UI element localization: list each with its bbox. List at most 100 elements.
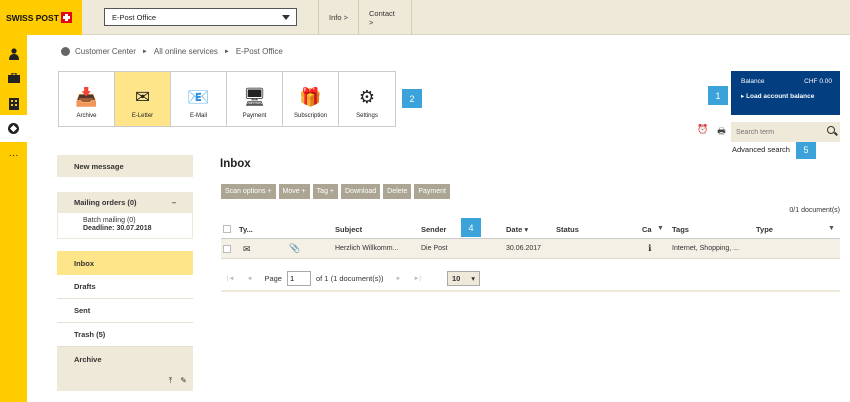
last-page-icon[interactable]: ►|	[413, 276, 421, 282]
alarm-clock-icon[interactable]: ⏰	[697, 124, 708, 140]
tile-subscription[interactable]: 🎁 Subscription	[283, 72, 339, 126]
tile-label: E-Mail	[189, 113, 207, 119]
upload-icon[interactable]: ⤒	[169, 376, 173, 386]
service-tiles: 📥 Archive ✉ E-Letter 📧 E-Mail 🖥 Payment …	[58, 71, 396, 127]
action-toolbar: Scan options + Move + Tag + Download Del…	[221, 184, 450, 199]
mailing-orders-header[interactable]: Mailing orders (0) –	[57, 192, 193, 212]
dropdown-arrow-icon	[282, 15, 290, 20]
home-icon[interactable]	[61, 47, 70, 56]
archive-icon: 📥	[75, 87, 98, 107]
top-bar: SWISS POST E-Post Office Info > Contact …	[0, 0, 850, 35]
page-size-select[interactable]: 10 ▾	[446, 271, 480, 286]
nav-contact-link[interactable]: Contact >	[358, 0, 412, 35]
row-checkbox[interactable]	[223, 245, 231, 253]
breadcrumb-separator: ►	[141, 48, 148, 55]
breadcrumb-current: E-Post Office	[235, 47, 283, 56]
tile-e-letter[interactable]: ✉ E-Letter	[115, 72, 171, 126]
tile-label: Payment	[242, 113, 267, 119]
letter-type-icon: ✉	[243, 244, 251, 254]
rail-more-icon[interactable]: ···	[0, 142, 27, 169]
scan-options-button[interactable]: Scan options +	[221, 184, 276, 199]
sidebar-item-inbox[interactable]: Inbox	[57, 251, 193, 275]
tile-e-mail[interactable]: 📧 E-Mail	[171, 72, 227, 126]
chevron-down-icon: ▾	[471, 274, 475, 283]
column-subject[interactable]: Subject	[335, 225, 362, 234]
tile-settings[interactable]: ⚙ Settings	[339, 72, 395, 126]
sidebar-item-trash[interactable]: Trash (5)	[57, 323, 193, 347]
swiss-post-logo[interactable]: SWISS POST	[0, 0, 82, 35]
column-sender[interactable]: Sender	[421, 225, 446, 234]
breadcrumb: Customer Center ► All online services ► …	[61, 47, 283, 56]
column-tags[interactable]: Tags	[672, 225, 689, 234]
breadcrumb-customer-center[interactable]: Customer Center	[75, 47, 136, 56]
tile-archive[interactable]: 📥 Archive	[59, 72, 115, 126]
rail-briefcase-icon[interactable]	[0, 64, 27, 91]
advanced-search-link[interactable]: Advanced search	[732, 145, 790, 154]
row-date: 30.06.2017	[506, 245, 542, 252]
print-icon[interactable]: 🖶	[717, 124, 726, 140]
search-icon[interactable]	[827, 126, 835, 134]
tile-payment[interactable]: 🖥 Payment	[227, 72, 283, 126]
type-filter-icon[interactable]: ▼	[828, 225, 835, 232]
column-status[interactable]: Status	[556, 225, 579, 234]
sidebar-item-sent[interactable]: Sent	[57, 299, 193, 323]
row-subject[interactable]: Herzlich Willkomm...	[335, 245, 398, 252]
document-count: 0/1 document(s)	[789, 207, 840, 214]
sidebar-tools: ⤒ ✎	[57, 371, 193, 391]
payment-icon: 🖥	[243, 87, 266, 107]
column-type[interactable]: Ty...	[239, 225, 253, 234]
search-box	[731, 122, 840, 142]
load-balance-link[interactable]: ▸ Load account balance	[741, 92, 832, 100]
column-type-2[interactable]: Type	[756, 225, 773, 234]
mailing-orders-body: Batch mailing (0) Deadline: 30.07.2018	[57, 212, 193, 239]
rail-person-icon[interactable]	[0, 40, 27, 67]
info-icon[interactable]: ℹ	[648, 243, 651, 254]
callout-badge-5: 5	[796, 140, 816, 159]
tile-label: Archive	[76, 113, 97, 119]
new-message-button[interactable]: New message	[57, 155, 193, 177]
sidebar-item-archive[interactable]: Archive	[57, 347, 193, 371]
delete-button[interactable]: Delete	[383, 184, 412, 199]
balance-panel: Balance CHF 0.00 ▸ Load account balance	[731, 71, 840, 115]
page-of-label: of 1 (1 document(s))	[315, 274, 384, 283]
column-category[interactable]: Ca	[642, 225, 652, 234]
rail-building-icon[interactable]	[0, 90, 27, 117]
prev-page-icon[interactable]: ◄	[247, 276, 253, 282]
tile-label: Settings	[356, 113, 378, 119]
search-input[interactable]	[731, 128, 821, 136]
breadcrumb-all-services[interactable]: All online services	[154, 47, 218, 56]
category-filter-icon[interactable]: ▼	[657, 225, 664, 232]
collapse-icon[interactable]: –	[172, 198, 176, 207]
column-date[interactable]: Date ▾	[506, 225, 528, 234]
e-mail-icon: 📧	[187, 87, 210, 107]
swiss-cross-icon	[60, 12, 72, 23]
move-button[interactable]: Move +	[278, 184, 310, 199]
download-button[interactable]: Download	[341, 184, 381, 199]
spacer	[57, 239, 193, 251]
balance-amount: CHF 0.00	[804, 78, 832, 85]
row-sender: Die Post	[421, 245, 448, 252]
page-number-input[interactable]	[286, 271, 311, 286]
page-size-value: 10	[451, 274, 461, 283]
folder-sidebar: New message Mailing orders (0) – Batch m…	[57, 155, 193, 391]
tag-button[interactable]: Tag +	[312, 184, 338, 199]
page-label: Page	[264, 274, 282, 283]
inbox-table: Ty... Subject Sender Date ▾ Status Ca ▼ …	[221, 219, 840, 259]
edit-icon[interactable]: ✎	[180, 376, 187, 386]
subscription-icon: 🎁	[299, 87, 322, 107]
nav-info-link[interactable]: Info >	[318, 0, 358, 35]
service-dropdown[interactable]: E-Post Office	[104, 8, 297, 26]
breadcrumb-separator: ►	[223, 48, 230, 55]
attachment-icon[interactable]: 📎	[289, 243, 300, 254]
callout-badge-2: 2	[402, 89, 422, 108]
rail-compass-icon[interactable]	[0, 115, 27, 142]
payment-button[interactable]: Payment	[414, 184, 450, 199]
table-header: Ty... Subject Sender Date ▾ Status Ca ▼ …	[221, 219, 840, 239]
table-row[interactable]: ✉ 📎 Herzlich Willkomm... Die Post 30.06.…	[221, 239, 840, 259]
mailing-orders-label: Mailing orders (0)	[74, 197, 137, 207]
batch-mailing-link[interactable]: Batch mailing (0)	[83, 217, 167, 224]
sidebar-item-drafts[interactable]: Drafts	[57, 275, 193, 299]
select-all-checkbox[interactable]	[223, 225, 231, 233]
next-page-icon[interactable]: ►	[396, 276, 402, 282]
first-page-icon[interactable]: |◄	[227, 276, 235, 282]
